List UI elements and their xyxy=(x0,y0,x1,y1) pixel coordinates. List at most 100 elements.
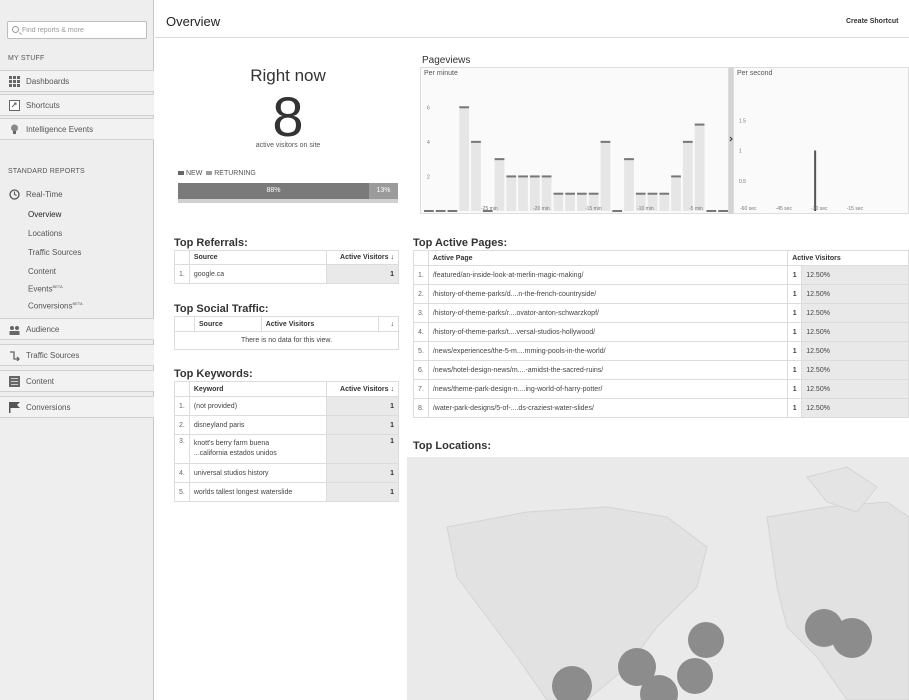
row-page[interactable]: /history-of-theme-parks/r....ovator-anto… xyxy=(427,303,789,323)
row-number: 4. xyxy=(174,463,190,483)
col-keyword: Keyword xyxy=(188,381,328,397)
row-value: 1 xyxy=(326,434,399,464)
create-shortcut-link[interactable]: Create Shortcut xyxy=(846,18,899,25)
row-value: 1 xyxy=(326,482,399,502)
sidebar-item-content[interactable]: Content xyxy=(0,370,154,392)
pageviews-title: Pageviews xyxy=(422,55,471,66)
row-keyword: worlds tallest longest waterslide xyxy=(188,482,328,502)
pageview-bar-cap xyxy=(694,123,705,126)
x-tick-label: -15 sec xyxy=(847,206,864,212)
pageview-bar-cap xyxy=(565,192,575,195)
location-bubble[interactable] xyxy=(688,622,724,658)
row-value: 1 xyxy=(326,463,399,483)
table-row: 5. worlds tallest longest waterslide 1 xyxy=(174,482,399,502)
sort-arrow-icon[interactable]: ↓ xyxy=(378,316,399,332)
sidebar-subitem-content[interactable]: Content xyxy=(28,267,56,276)
search-box[interactable] xyxy=(7,21,147,39)
row-number: 7. xyxy=(413,379,429,399)
row-count: 1 xyxy=(787,303,803,323)
sidebar-subitem-events[interactable]: EventsBETA xyxy=(28,284,63,294)
row-percent: 12.50% xyxy=(801,379,909,399)
search-icon xyxy=(12,26,19,33)
standard-reports-heading: STANDARD REPORTS xyxy=(8,168,85,175)
pageview-bar-cap xyxy=(424,210,434,212)
col-active-visitors[interactable]: Active Visitors xyxy=(787,250,909,266)
location-bubble[interactable] xyxy=(677,658,713,694)
pageview-bar-cap xyxy=(577,192,587,195)
y-tick-label: 2 xyxy=(427,174,430,180)
pageview-bar-cap xyxy=(588,192,599,195)
row-number: 5. xyxy=(413,341,429,361)
row-number: 1. xyxy=(174,264,190,284)
top-locations-map[interactable] xyxy=(407,457,909,700)
top-social-table: Source Active Visitors ↓ There is no data … xyxy=(174,316,399,350)
row-page[interactable]: /news/hotel-design-news/m....-amidst-the… xyxy=(427,360,789,380)
row-percent: 12.50% xyxy=(801,360,909,380)
sidebar-item-conversions[interactable]: Conversions xyxy=(0,396,154,418)
sidebar-item-shortcuts[interactable]: Shortcuts xyxy=(0,94,154,116)
table-row: 1. google.ca 1 xyxy=(174,264,399,284)
row-number: 2. xyxy=(174,415,190,435)
pageview-bar xyxy=(671,176,681,211)
audience-icon xyxy=(9,326,20,335)
row-page[interactable]: /water-park-designs/5-of-....ds-craziest… xyxy=(427,398,789,418)
sidebar-item-audience[interactable]: Audience xyxy=(0,318,154,340)
row-percent: 12.50% xyxy=(801,398,909,418)
pageview-bar-cap xyxy=(518,175,528,178)
sidebar-subitem-traffic-sources[interactable]: Traffic Sources xyxy=(28,248,81,257)
pageview-bar xyxy=(459,107,470,211)
col-active-visitors[interactable]: Active Visitors ↓ xyxy=(326,250,399,265)
row-page[interactable]: /history-of-theme-parks/t....versal-stud… xyxy=(427,322,789,342)
col-active-visitors[interactable]: Active Visitors xyxy=(260,316,380,332)
sidebar-subitem-locations[interactable]: Locations xyxy=(28,229,62,238)
col-active-visitors[interactable]: Active Visitors ↓ xyxy=(326,381,399,397)
search-input[interactable] xyxy=(22,24,142,36)
clock-icon xyxy=(9,189,20,200)
pageview-bar xyxy=(518,176,528,211)
traffic-sources-icon xyxy=(10,351,20,361)
sidebar-item-label: Traffic Sources xyxy=(26,351,80,360)
sidebar-item-traffic-sources[interactable]: Traffic Sources xyxy=(0,344,154,366)
row-page[interactable]: /history-of-theme-parks/d....n-the-frenc… xyxy=(427,284,789,304)
pageview-bar-cap xyxy=(600,140,611,143)
legend-new-label: NEW xyxy=(186,170,203,177)
row-page[interactable]: /featured/an-inside-look-at-merlin-magic… xyxy=(427,265,789,285)
pageview-bar-cap xyxy=(459,106,470,109)
sidebar-item-real-time[interactable]: Real-Time xyxy=(0,184,154,206)
table-row: 1./featured/an-inside-look-at-merlin-mag… xyxy=(413,265,909,285)
sidebar-item-label: Shortcuts xyxy=(26,101,60,110)
active-visitors-count: 8 xyxy=(272,85,304,148)
sidebar-item-label: Audience xyxy=(26,325,60,334)
pageview-bar-cap xyxy=(529,175,540,178)
my-stuff-heading: MY STUFF xyxy=(8,55,45,62)
sidebar-subitem-overview[interactable]: Overview xyxy=(28,210,61,219)
y-tick-label: 0.5 xyxy=(739,179,746,185)
pageview-bar-cap xyxy=(647,192,658,195)
lightbulb-icon xyxy=(11,124,18,134)
row-page[interactable]: /news/theme-park-design-n....ing-world-o… xyxy=(427,379,789,399)
location-bubble[interactable] xyxy=(552,666,592,700)
row-number: 1. xyxy=(413,265,429,285)
sidebar-item-label: Conversions xyxy=(26,403,71,412)
sidebar-subitem-label: Events xyxy=(28,284,53,294)
pageview-bar-cap xyxy=(635,192,646,195)
row-count: 1 xyxy=(787,360,803,380)
sidebar-subitem-conversions[interactable]: ConversionsBETA xyxy=(28,301,83,311)
x-tick-label: -10 min xyxy=(637,206,654,212)
pageview-bar-cap xyxy=(624,158,634,161)
row-count: 1 xyxy=(787,398,803,418)
row-page[interactable]: /news/experiences/the-5-m....mming-pools… xyxy=(427,341,789,361)
row-count: 1 xyxy=(787,341,803,361)
empty-message: There is no data for this view. xyxy=(174,331,399,350)
visitor-bar-shadow xyxy=(178,199,398,203)
row-percent: 12.50% xyxy=(801,265,909,285)
pageview-bar-cap xyxy=(506,175,517,178)
location-bubble[interactable] xyxy=(832,618,872,658)
top-referrals-title: Top Referrals: xyxy=(174,237,248,249)
row-number: 2. xyxy=(413,284,429,304)
returning-swatch xyxy=(206,171,213,176)
sidebar-item-intelligence-events[interactable]: Intelligence Events xyxy=(0,118,154,140)
row-keyword: universal studios history xyxy=(188,463,328,483)
pageview-bar xyxy=(471,141,481,211)
sidebar-item-dashboards[interactable]: Dashboards xyxy=(0,70,154,92)
